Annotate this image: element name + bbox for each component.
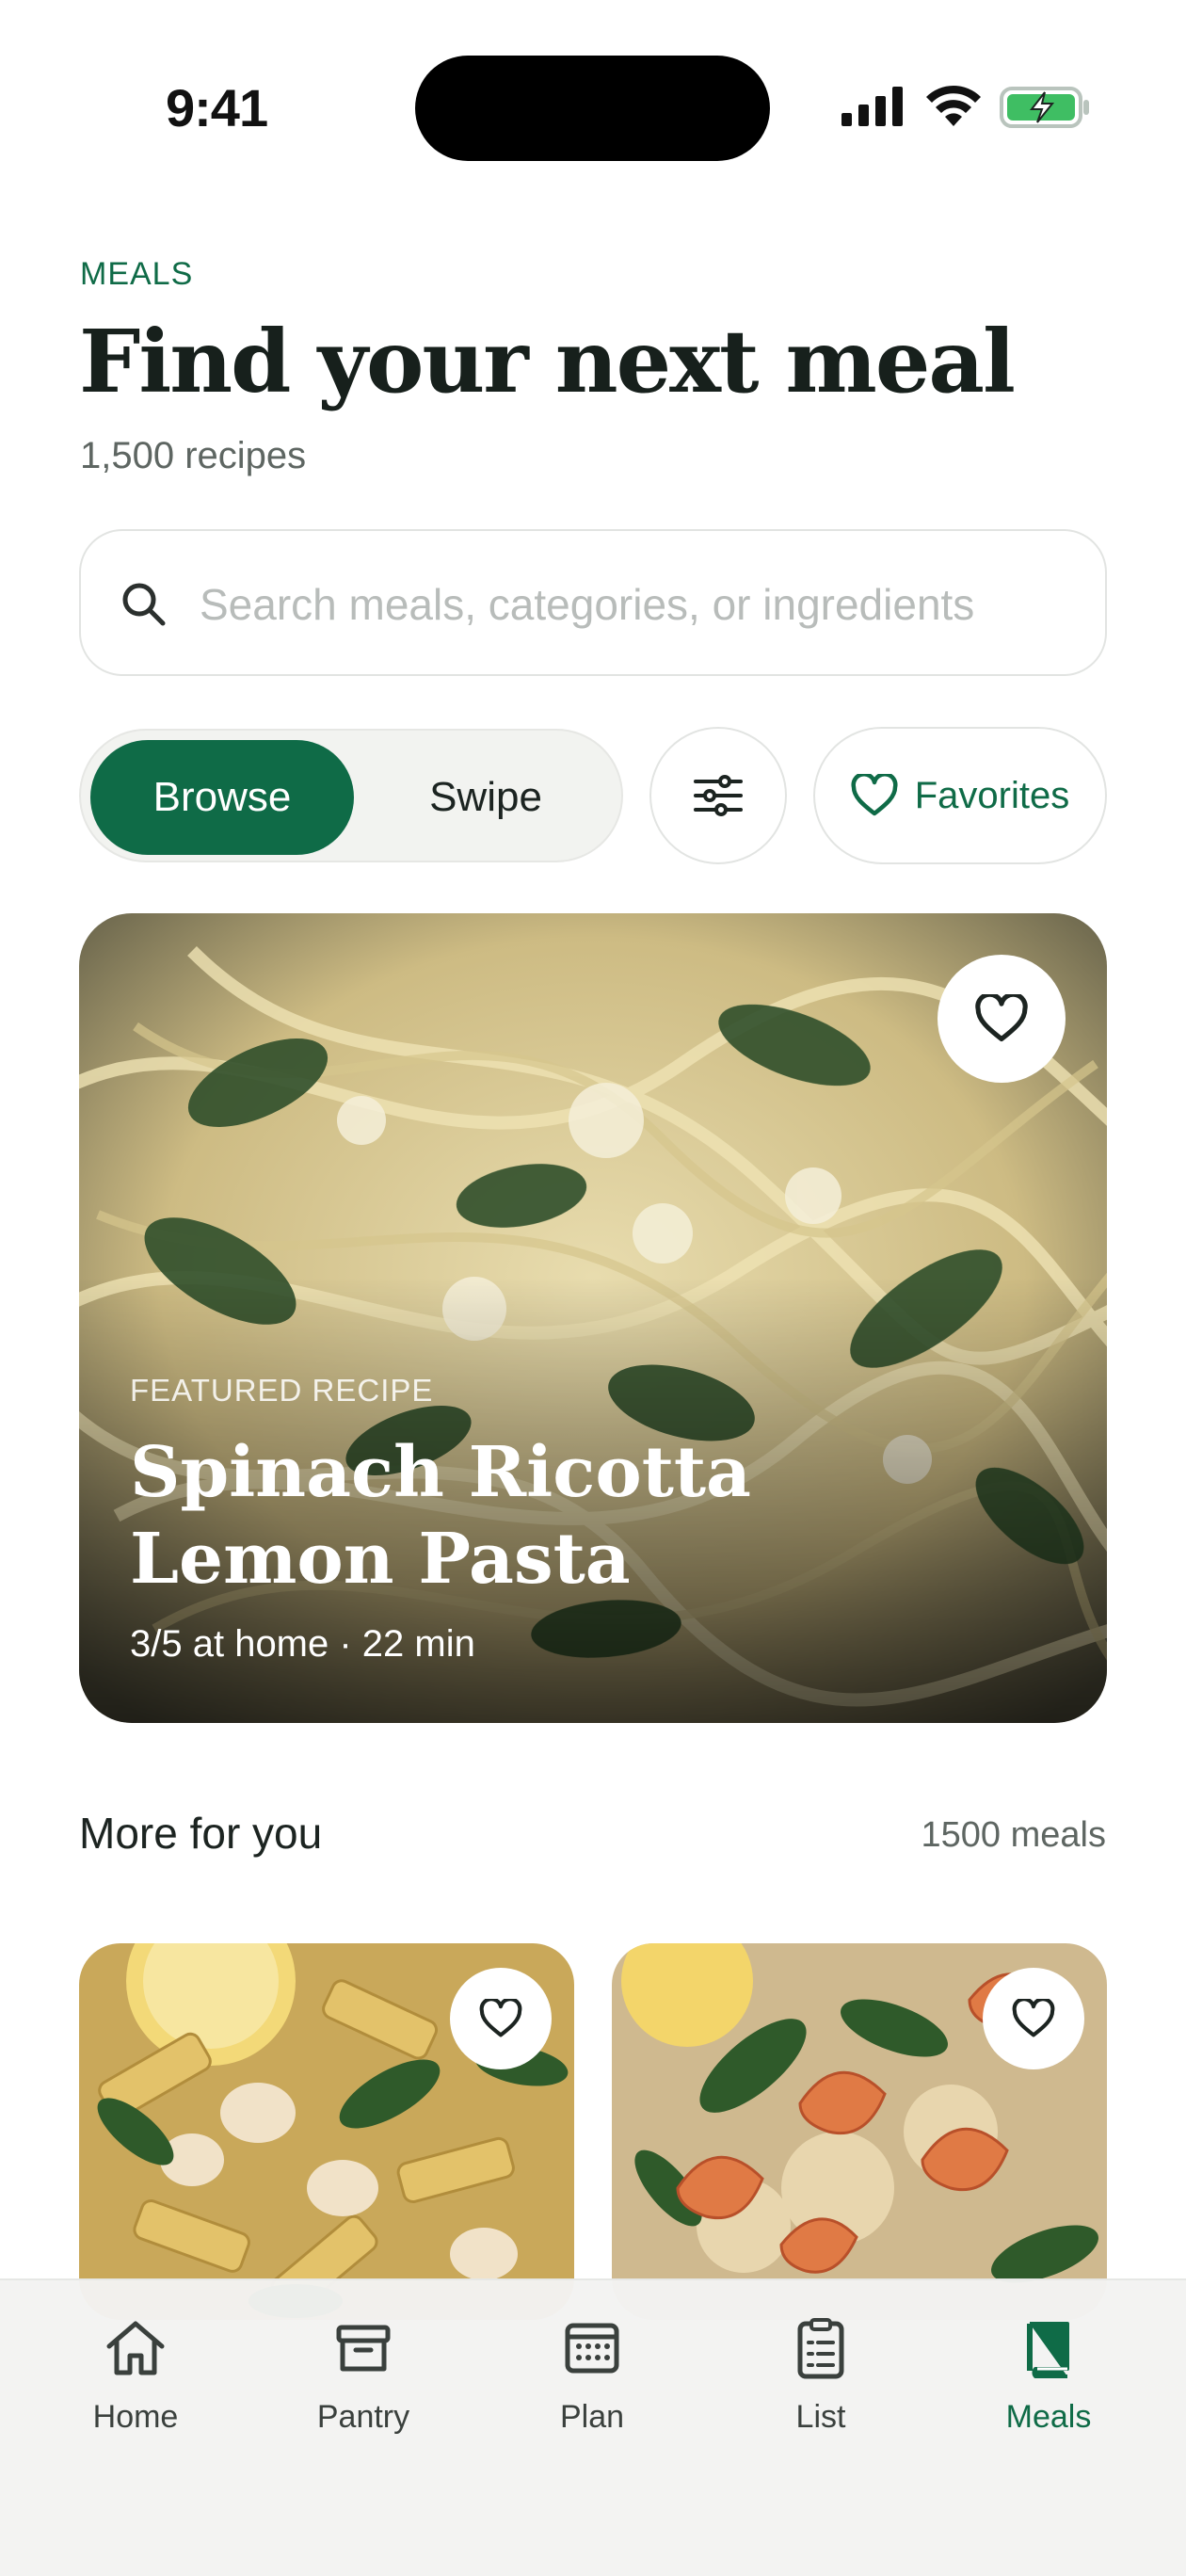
status-bar: 9:41: [0, 0, 1186, 188]
featured-meta: 3/5 at home · 22 min: [130, 1623, 475, 1665]
tab-list[interactable]: List: [727, 2314, 915, 2474]
section-count: 1500 meals: [921, 1815, 1106, 1855]
featured-title: Spinach Ricotta Lemon Pasta: [130, 1432, 752, 1600]
search-icon: [122, 583, 166, 626]
tab-home[interactable]: Home: [41, 2314, 230, 2474]
dynamic-island: [415, 56, 770, 161]
filter-button[interactable]: [649, 727, 787, 864]
heart-icon: [479, 1999, 522, 2037]
page-eyebrow: MEALS: [80, 256, 194, 292]
page-title: Find your next meal: [79, 311, 1016, 412]
featured-recipe-card[interactable]: FEATURED RECIPE Spinach Ricotta Lemon Pa…: [79, 913, 1107, 1723]
pantry-box-icon: [336, 2325, 391, 2372]
featured-favorite-button[interactable]: [938, 955, 1066, 1083]
clipboard-list-icon: [797, 2318, 844, 2379]
tab-label: Plan: [559, 2399, 625, 2435]
recipe-card[interactable]: [79, 1943, 574, 2320]
swipe-tab[interactable]: Swipe: [356, 740, 616, 855]
tab-pantry[interactable]: Pantry: [269, 2314, 457, 2474]
wifi-icon: [926, 85, 981, 126]
recipe-card[interactable]: [612, 1943, 1107, 2320]
calendar-icon: [565, 2323, 619, 2374]
favorites-button[interactable]: Favorites: [813, 727, 1107, 864]
tab-label: Meals: [1005, 2399, 1092, 2435]
heart-icon: [851, 774, 898, 816]
tab-bar: Home Pantry Plan List Meals: [0, 2278, 1186, 2576]
tab-plan[interactable]: Plan: [498, 2314, 686, 2474]
heart-icon: [1012, 1999, 1055, 2037]
status-time: 9:41: [166, 78, 268, 137]
recipe-book-icon: [1027, 2322, 1069, 2378]
mode-segmented-control: Browse Swipe: [79, 729, 623, 862]
heart-icon: [975, 994, 1028, 1042]
card-favorite-button[interactable]: [983, 1968, 1084, 2069]
search-bar[interactable]: [79, 529, 1107, 676]
tab-meals[interactable]: Meals: [954, 2314, 1143, 2474]
section-title: More for you: [79, 1809, 323, 1858]
tab-label: List: [795, 2399, 846, 2435]
card-favorite-button[interactable]: [450, 1968, 552, 2069]
browse-tab[interactable]: Browse: [90, 740, 354, 855]
home-icon: [106, 2321, 165, 2375]
featured-eyebrow: FEATURED RECIPE: [130, 1373, 434, 1408]
recipe-count: 1,500 recipes: [80, 435, 307, 476]
battery-charging-icon: [1000, 87, 1089, 128]
tab-label: Pantry: [316, 2399, 410, 2435]
search-input[interactable]: [200, 569, 1066, 640]
sliders-filter-icon: [694, 775, 743, 816]
tab-label: Home: [92, 2399, 179, 2435]
favorites-label: Favorites: [914, 774, 1070, 816]
cellular-signal-icon: [841, 87, 903, 126]
